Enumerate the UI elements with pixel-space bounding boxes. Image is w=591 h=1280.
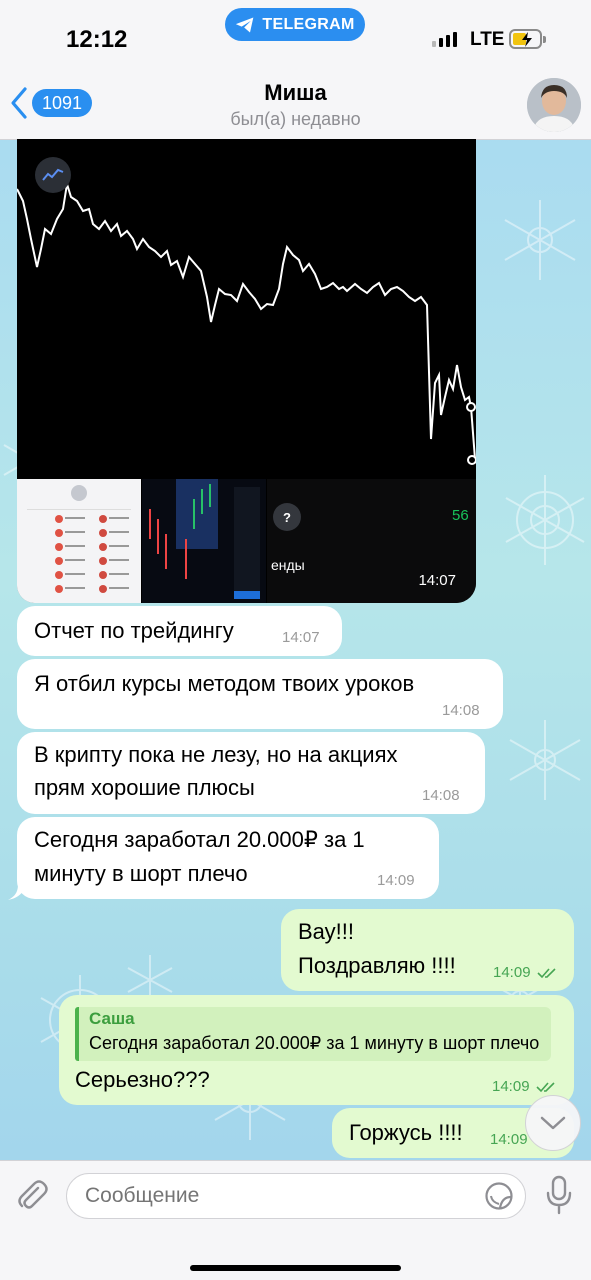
microphone-icon xyxy=(546,1175,572,1215)
bubble-tail xyxy=(8,884,26,900)
message-time: 14:07 xyxy=(282,629,320,646)
reply-author: Саша xyxy=(89,1009,135,1028)
status-bar: 12:12 TELEGRAM LTE xyxy=(0,0,591,72)
network-label: LTE xyxy=(470,29,505,50)
message-text: Серьезно??? xyxy=(75,1067,210,1092)
media-time: 14:07 xyxy=(418,572,456,589)
thumbnail-number: 56 xyxy=(452,507,469,524)
signal-icon xyxy=(432,32,457,47)
telegram-pill-label: TELEGRAM xyxy=(262,15,355,33)
message-time: 14:08 xyxy=(442,702,480,719)
message-text-line-1: Сегодня заработал 20.000₽ за 1 xyxy=(34,827,365,852)
double-check-icon xyxy=(536,1082,555,1093)
sticker-button[interactable] xyxy=(484,1181,514,1216)
double-check-icon xyxy=(537,968,556,979)
reply-quote[interactable]: Саша Сегодня заработал 20.000₽ за 1 мину… xyxy=(75,1007,551,1061)
message-text-line-2: прям хорошие плюсы xyxy=(34,775,255,800)
battery-icon xyxy=(509,29,546,49)
paper-plane-icon xyxy=(236,17,254,32)
reply-text: Сегодня заработал 20.000₽ за 1 минуту в … xyxy=(89,1033,540,1053)
portfolio-screenshot-thumbnail[interactable] xyxy=(17,479,141,603)
message-incoming[interactable]: Я отбил курсы методом твоих уроков 14:08 xyxy=(17,659,503,729)
message-time: 14:09 xyxy=(492,1078,530,1095)
trend-icon xyxy=(35,157,71,193)
message-text: Я отбил курсы методом твоих уроков xyxy=(34,671,415,696)
app-screen-thumbnail[interactable]: ? 56 енды 14:07 xyxy=(267,479,476,603)
message-text-line-1: В крипту пока не лезу, но на акциях xyxy=(34,742,398,767)
avatar[interactable] xyxy=(527,78,581,132)
home-indicator xyxy=(190,1265,401,1271)
chat-header: 1091 Миша был(а) недавно xyxy=(0,72,591,140)
message-text-line-2: минуту в шорт плечо xyxy=(34,861,248,886)
message-input-bar xyxy=(0,1160,591,1280)
stock-chart-image[interactable] xyxy=(17,139,476,478)
message-outgoing-reply[interactable]: Саша Сегодня заработал 20.000₽ за 1 мину… xyxy=(59,995,574,1105)
message-text-line-1: Вау!!! xyxy=(298,919,354,944)
chevron-down-icon xyxy=(540,1116,566,1130)
message-time: 14:09 xyxy=(493,964,531,981)
message-time: 14:09 xyxy=(377,872,415,889)
media-album[interactable]: ? 56 енды 14:07 xyxy=(17,139,476,603)
help-icon: ? xyxy=(273,503,301,531)
scroll-to-bottom-button[interactable] xyxy=(525,1095,581,1151)
message-status: 14:09 xyxy=(492,1079,556,1095)
status-time: 12:12 xyxy=(66,26,128,53)
thumbnail-text: енды xyxy=(271,557,305,573)
telegram-pill[interactable]: TELEGRAM xyxy=(225,8,365,41)
chat-title[interactable]: Миша xyxy=(0,80,591,106)
message-input[interactable] xyxy=(66,1173,526,1219)
message-incoming[interactable]: Отчет по трейдингу 14:07 xyxy=(17,606,342,656)
message-outgoing[interactable]: Вау!!! Поздравляю !!!! 14:09 xyxy=(281,909,574,991)
attach-button[interactable] xyxy=(14,1177,50,1218)
message-incoming[interactable]: В крипту пока не лезу, но на акциях прям… xyxy=(17,732,485,814)
message-status: 14:09 xyxy=(493,965,557,981)
chat-status: был(а) недавно xyxy=(230,109,361,129)
message-text: Отчет по трейдингу xyxy=(34,618,234,643)
message-time: 14:08 xyxy=(422,787,460,804)
candlestick-chart-thumbnail[interactable] xyxy=(142,479,266,603)
message-incoming[interactable]: Сегодня заработал 20.000₽ за 1 минуту в … xyxy=(17,817,439,899)
paperclip-icon xyxy=(18,1180,48,1209)
message-text-line-2: Поздравляю !!!! xyxy=(298,953,456,978)
sticker-icon xyxy=(485,1182,513,1210)
message-time: 14:09 xyxy=(490,1131,528,1148)
voice-message-button[interactable] xyxy=(545,1175,573,1220)
message-text: Горжусь !!!! xyxy=(349,1120,463,1145)
